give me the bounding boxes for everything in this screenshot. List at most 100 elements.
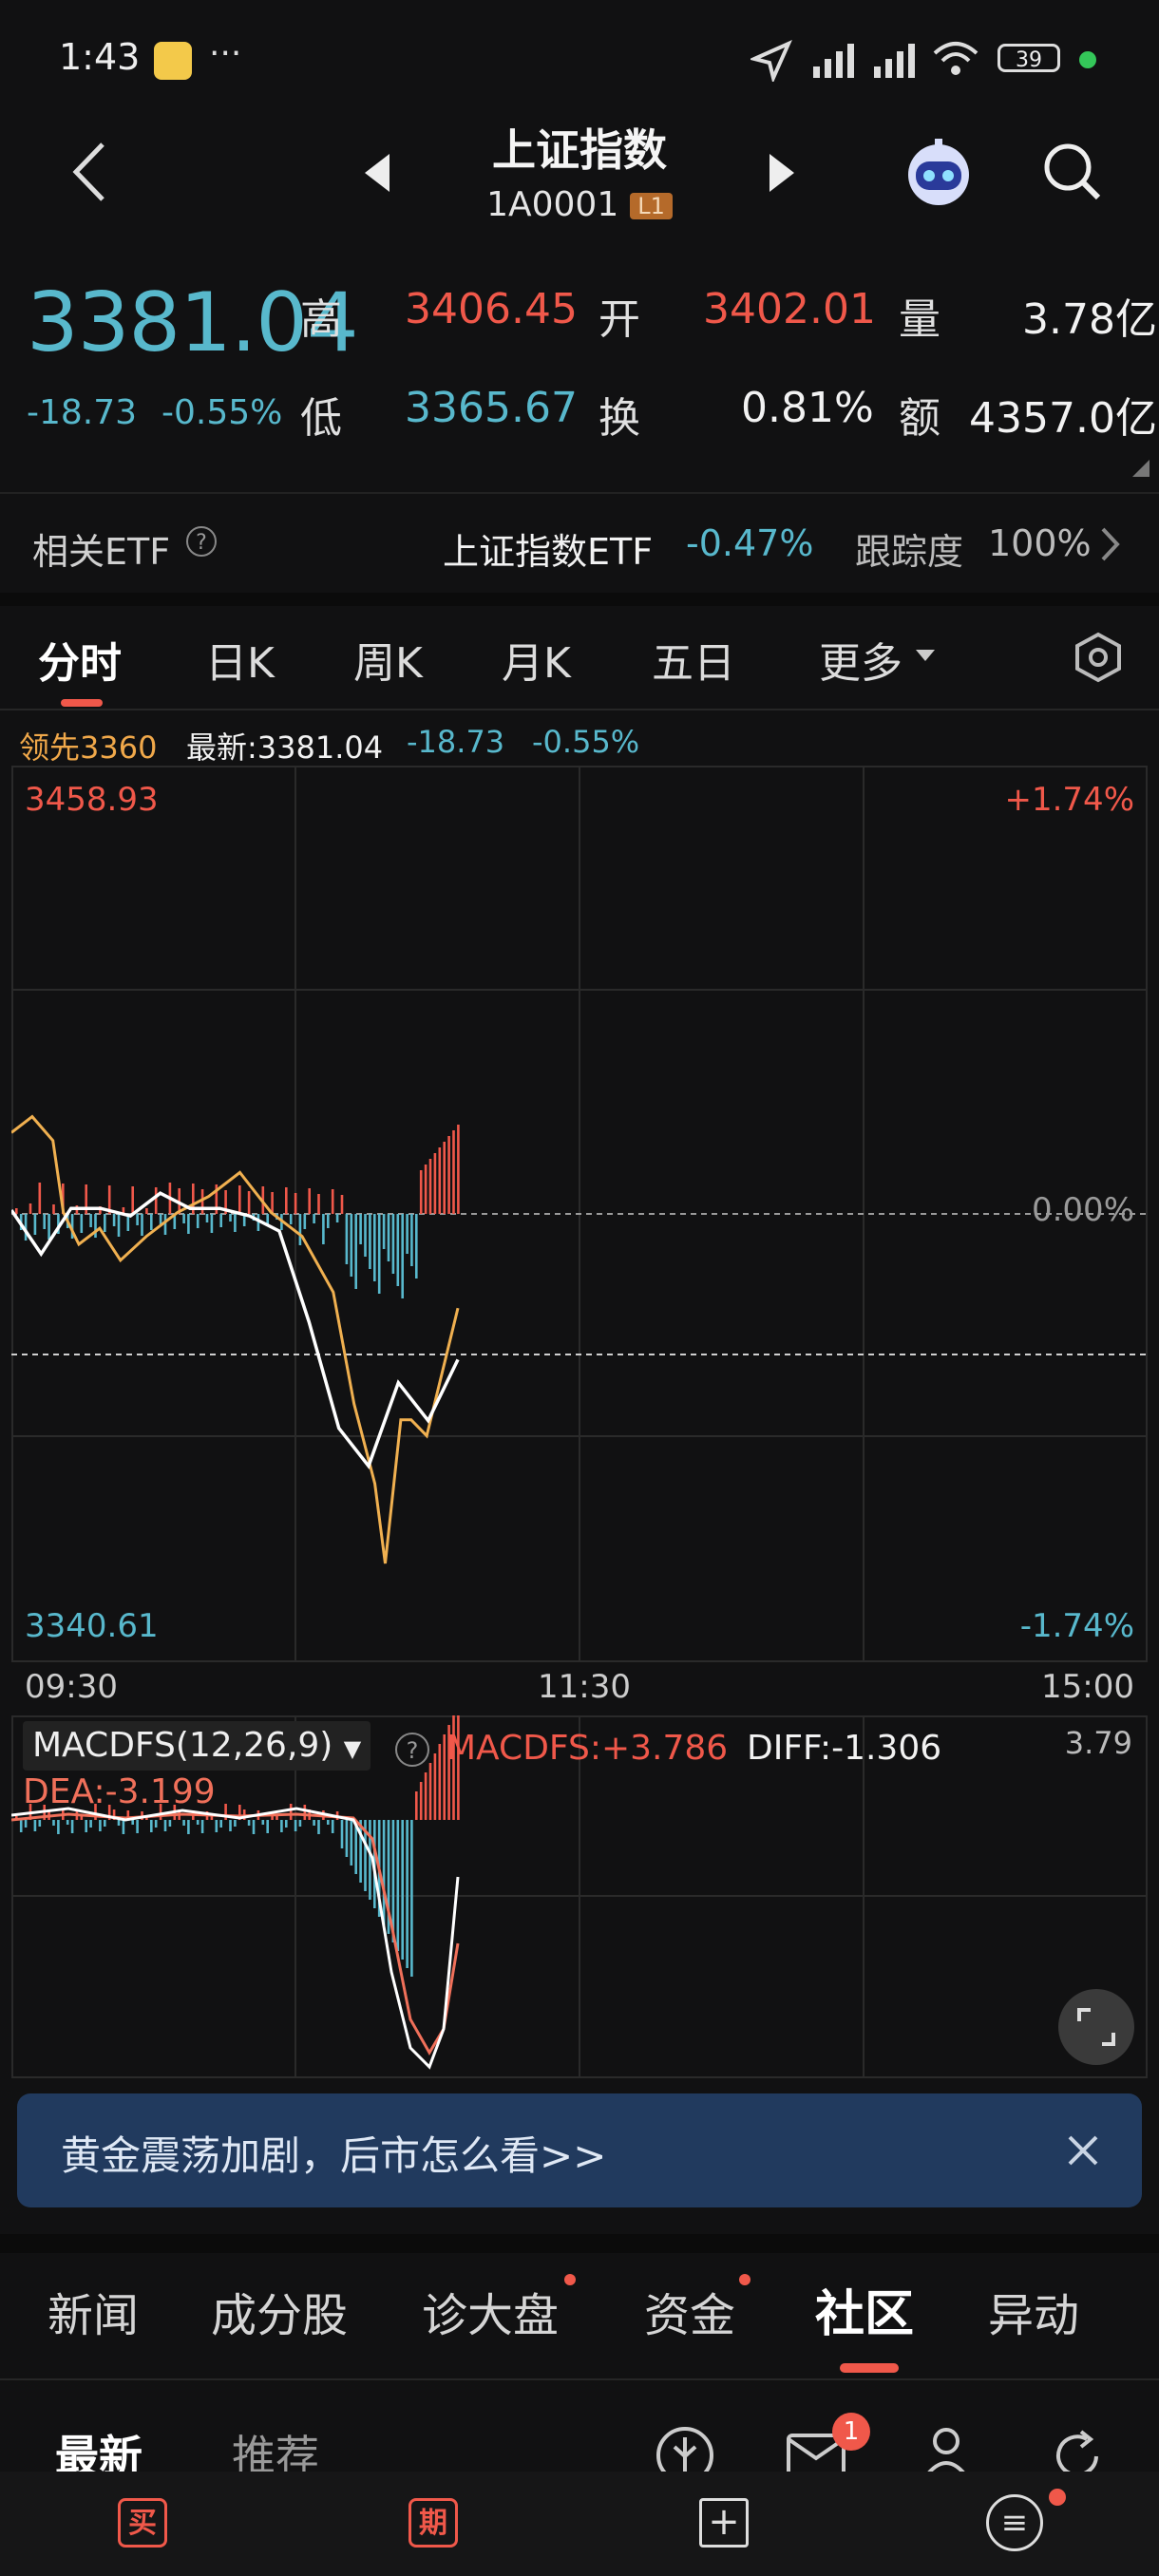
macd-bar [57, 1820, 60, 1834]
macd-bar [215, 1820, 218, 1832]
tracking-label: 跟踪度 [855, 531, 964, 573]
macd-bar [210, 1816, 214, 1820]
macd-value: MACDFS:+3.786 [446, 1729, 729, 1768]
tab-news[interactable]: 新闻 [48, 2278, 139, 2344]
expand-corner-icon[interactable] [1132, 460, 1150, 477]
volume-bar [396, 1214, 400, 1286]
volume-bar [452, 1130, 455, 1214]
price-line [11, 1191, 460, 1469]
bottom-action-bar: 买 期 + ≡ [0, 2472, 1159, 2576]
macd-bar [345, 1820, 349, 1857]
macd-bar [327, 1820, 330, 1825]
volume-bar [150, 1214, 153, 1230]
tabs-divider [0, 709, 1159, 710]
nav-divider [0, 2378, 1159, 2380]
volume-bar [354, 1214, 357, 1289]
volume-bar [104, 1214, 106, 1232]
robot-assistant-icon[interactable] [902, 137, 975, 209]
fullscreen-button[interactable] [1058, 1989, 1134, 2065]
chevron-right-icon [1101, 527, 1120, 561]
tab-funds[interactable]: 资金 [644, 2278, 735, 2344]
search-icon[interactable] [1039, 139, 1106, 205]
volume-bar [163, 1214, 167, 1235]
intraday-chart[interactable] [11, 766, 1148, 1662]
macd-bar [415, 1791, 418, 1820]
macd-bar [350, 1820, 353, 1866]
volume-bar [205, 1214, 209, 1222]
volume-bar [80, 1214, 84, 1233]
signal-icon-2 [874, 44, 915, 78]
volume-bar [28, 1203, 32, 1214]
macd-bar [19, 1820, 23, 1832]
macd-bar [24, 1820, 28, 1828]
open-label: 开 [598, 295, 640, 344]
y-axis-top-pct: +1.74% [1004, 781, 1135, 819]
futures-button[interactable]: 期 [408, 2498, 458, 2548]
latest-change-label: -18.73 [407, 724, 505, 760]
tab-more[interactable]: 更多 [819, 629, 902, 690]
volume-bar [359, 1214, 362, 1244]
settings-hexagon-icon[interactable] [1072, 631, 1125, 684]
volume-bar [433, 1153, 437, 1214]
tab-constituents[interactable]: 成分股 [211, 2278, 348, 2344]
battery-indicator: 39 [998, 44, 1060, 72]
macd-bar [340, 1820, 344, 1848]
volume-bar [94, 1214, 97, 1238]
macd-bar [406, 1820, 408, 1968]
close-icon[interactable] [1066, 2133, 1100, 2168]
macd-scale-label: 3.79 [1064, 1725, 1132, 1761]
help-icon[interactable]: ? [186, 526, 217, 557]
volume-bar [424, 1165, 428, 1214]
y-axis-top-label: 3458.93 [25, 781, 159, 819]
volume-bar [438, 1147, 442, 1214]
macd-bar [200, 1820, 204, 1833]
macd-bar [104, 1820, 106, 1827]
volume-bar [303, 1214, 307, 1229]
etf-label: 相关ETF [32, 531, 171, 573]
related-etf-row[interactable]: 相关ETF ? 上证指数ETF -0.47% 跟踪度 100% [0, 494, 1159, 593]
volume-bar [182, 1214, 185, 1223]
tab-monthly-k[interactable]: 月K [502, 629, 571, 690]
macd-selector[interactable]: MACDFS(12,26,9) ▼ [23, 1721, 371, 1771]
more-functions-button[interactable]: ≡ [986, 2494, 1043, 2551]
section-gap-2 [0, 2234, 1159, 2253]
tab-intraday[interactable]: 分时 [38, 629, 122, 690]
macd-help-icon[interactable]: ? [395, 1733, 429, 1767]
macd-bar [303, 1805, 307, 1820]
volume-bar [401, 1214, 404, 1298]
price-change-pct: -0.55% [162, 393, 283, 432]
buy-button[interactable]: 买 [118, 2498, 167, 2548]
volume-label: 量 [899, 295, 940, 344]
volume-bar [428, 1159, 432, 1214]
next-index-icon[interactable] [768, 152, 796, 194]
volume-bar [308, 1188, 311, 1214]
macd-bar [410, 1820, 413, 1977]
macd-bar [294, 1820, 297, 1831]
tab-five-day[interactable]: 五日 [652, 629, 735, 690]
macd-bar [163, 1820, 167, 1831]
tracking-value: 100% [988, 522, 1092, 564]
fullscreen-icon [1077, 2008, 1115, 2046]
macd-bar [219, 1820, 222, 1828]
volume-bar [238, 1185, 241, 1214]
volume-bar [196, 1214, 200, 1228]
price-change: -18.73 [27, 393, 138, 432]
tab-weekly-k[interactable]: 周K [353, 629, 423, 690]
promo-banner[interactable]: 黄金震荡加剧，后市怎么看>> [17, 2093, 1142, 2207]
tab-daily-k[interactable]: 日K [205, 629, 275, 690]
tab-anomaly[interactable]: 异动 [988, 2278, 1079, 2344]
y-axis-zero-pct: 0.00% [1031, 1191, 1134, 1229]
volume-bar [33, 1214, 37, 1235]
macd-bar [196, 1820, 200, 1825]
volume-bar [38, 1183, 42, 1214]
turnover-value: 0.81% [741, 384, 874, 432]
tab-community[interactable]: 社区 [815, 2274, 914, 2345]
volume-value: 3.78亿 [1022, 295, 1157, 344]
y-axis-bottom-pct: -1.74% [1019, 1607, 1134, 1645]
add-watchlist-button[interactable]: + [699, 2498, 749, 2548]
latest-price-label: 最新:3381.04 [186, 729, 384, 766]
status-bar: 1:43 ··· 39 [0, 0, 1159, 123]
tab-market-diagnosis[interactable]: 诊大盘 [422, 2278, 559, 2344]
macd-bar [38, 1820, 42, 1827]
wifi-icon [933, 42, 978, 75]
